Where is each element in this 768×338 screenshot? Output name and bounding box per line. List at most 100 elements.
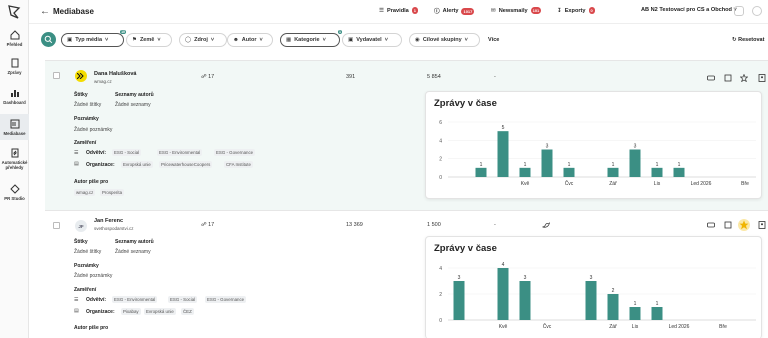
y-tick-label: 4 [439,266,442,272]
bell-icon[interactable] [752,6,762,16]
chart-bar [673,167,685,177]
chart-bar [541,149,553,177]
flag-icon: ⚑ [132,37,137,43]
chevron-down-icon: ˅ [157,37,161,43]
organizace-tag: Pixabay [121,308,141,315]
organizace-label: Organizace: [86,162,115,168]
messages-over-time-chart: 0 2 4 3 4 Kvě 3 Čvc 3 2 Zář 1 Lis 1 Led 2026 Bře [439,262,756,330]
newsmaily-link[interactable]: ✉ Newsmaily 101 [491,7,542,14]
contact-card-icon[interactable] [758,74,766,82]
reset-button[interactable]: ↻ Resetovat [732,37,764,43]
filter-label: Typ média [75,37,102,43]
more-filters-button[interactable]: Více [488,37,499,43]
filter-typ-media[interactable]: ▣ Typ média ˅ 10 [61,30,126,47]
chart-bar [651,307,663,320]
app-logo-icon[interactable] [6,4,22,20]
filter-vydavatel[interactable]: ▣ Vydavatel ˅ [342,33,402,47]
newsmaily-label: Newsmaily [498,7,528,14]
chart-bar [519,281,531,320]
media-type-icon: ▣ [67,37,73,43]
pravidla-link[interactable]: ☰ Pravidla 1 [379,7,419,14]
chart-bar [607,167,619,177]
alerty-badge: 1017 [461,7,475,15]
nav-label: Přehled [6,42,23,47]
filter-label: Země [139,37,155,43]
avatar [75,70,87,82]
filter-autor[interactable]: ☻ Autor ˅ [227,33,273,47]
left-nav: Přehled Zprávy Dashboard Mediabase Autom… [0,0,29,338]
metric-2: 1 500 [427,222,441,228]
y-tick-label: 4 [439,138,442,144]
search-button[interactable] [41,32,56,47]
author-name[interactable]: Jan Ferenc [94,218,123,224]
author-outlet: svethospodarstvi.cz [94,226,134,231]
exporty-label: Exporty [564,7,586,14]
stitky-label: Štítky [74,239,88,245]
star-icon[interactable] [740,74,748,82]
y-tick-label: 6 [439,120,442,126]
back-arrow-icon[interactable]: ← [40,6,50,17]
data-label: 1 [634,301,637,307]
table-row[interactable]: Dana Halušková wmag.cz ☍ 17 391 5 854 - … [45,60,768,210]
filter-zdroj[interactable]: ◯ Zdroj ˅ [179,33,227,47]
organization-name: AB N2 Testovací pro CS a Obchod [641,7,732,13]
x-tick-label: Bře [741,181,749,187]
filter-label: Cílové skupiny [422,37,462,43]
row-checkbox[interactable] [53,222,60,229]
data-label: 2 [612,288,615,294]
row-checkbox[interactable] [53,72,60,79]
nav-item-zpravy[interactable]: Zprávy [0,58,29,78]
nav-item-automaticke-prehledy[interactable]: Automatické přehledy [0,148,29,174]
nav-item-dashboard[interactable]: Dashboard [0,88,29,108]
x-tick-label: Čvc [543,323,552,330]
chevron-down-icon: ˅ [464,37,468,43]
zamereni-label: Zaměření [74,140,97,146]
nav-item-prehled[interactable]: Přehled [0,30,29,50]
twitter-icon[interactable] [542,221,550,229]
category-icon: ▦ [286,37,292,43]
chart-card: Zprávy v čase 0 2 4 6 1 5 1 Kvě 3 1 Čvc 1 Zář 3 1 Lis 1 L… [425,91,762,199]
list-icon: ☰ [74,297,79,303]
x-tick-label: Zář [609,324,617,330]
odvetvi-tag: ESG - Environmental [112,296,158,303]
favorite-toggle[interactable] [738,219,750,231]
table-row[interactable]: JF Jan Ferenc svethospodarstvi.cz ☍ 17 1… [45,210,768,338]
nav-item-pr-studio[interactable]: PR Studio [0,184,29,204]
organization-switcher[interactable]: AB N2 Testovací pro CS a Obchod ˅ [641,7,737,13]
odvetvi-tag: ESG - Governance [214,149,256,156]
odvetvi-tag: ESG - Environmental [157,149,203,156]
shield-icon[interactable] [734,6,744,16]
outlet-tag: wmag.cz [74,189,96,196]
odvetvi-label: Odvětví: [86,150,107,156]
organizace-tag: Evropská unie [144,308,176,315]
x-tick-label: Čvc [565,180,574,187]
tag-icon[interactable] [707,74,715,82]
filter-bar: ▣ Typ média ˅ 10 ⚑ Země ˅ ◯ Zdroj ˅ ☻ Au… [29,28,768,52]
x-tick-label: Kvě [521,181,530,187]
note-icon[interactable] [724,74,732,82]
exporty-link[interactable]: ↧ Exporty 0 [557,7,595,14]
data-label: 1 [656,162,659,168]
filter-kategorie[interactable]: ▦ Kategorie ˅ 1 [280,30,342,47]
filter-count-badge: 10 [120,30,126,34]
filter-zeme[interactable]: ⚑ Země ˅ [126,33,172,47]
x-tick-label: Led 2026 [691,181,712,187]
link-icon: ☍ [201,74,207,80]
page-title: Mediabase [53,7,94,16]
contact-card-icon[interactable] [758,221,766,229]
source-icon: ◯ [185,37,192,43]
note-icon[interactable] [724,221,732,229]
link-icon: ☍ [201,222,207,228]
x-tick-label: Led 2026 [669,324,690,330]
metric-1: 391 [346,74,356,80]
tag-icon[interactable] [707,221,715,229]
y-tick-label: 0 [439,175,442,181]
data-label: 3 [458,275,461,281]
messages-over-time-chart: 0 2 4 6 1 5 1 Kvě 3 1 Čvc 1 Zář 3 1 Lis 1 Led 2026 Bře [439,120,756,187]
author-name[interactable]: Dana Halušková [94,71,137,77]
filter-cilove-skupiny[interactable]: ◉ Cílové skupiny ˅ [409,33,480,47]
metric-3: - [494,222,496,228]
nav-item-mediabase[interactable]: Mediabase [0,114,29,140]
mediabase-icon [10,119,19,129]
alerty-link[interactable]: ⓘ Alerty 1017 [434,7,475,15]
